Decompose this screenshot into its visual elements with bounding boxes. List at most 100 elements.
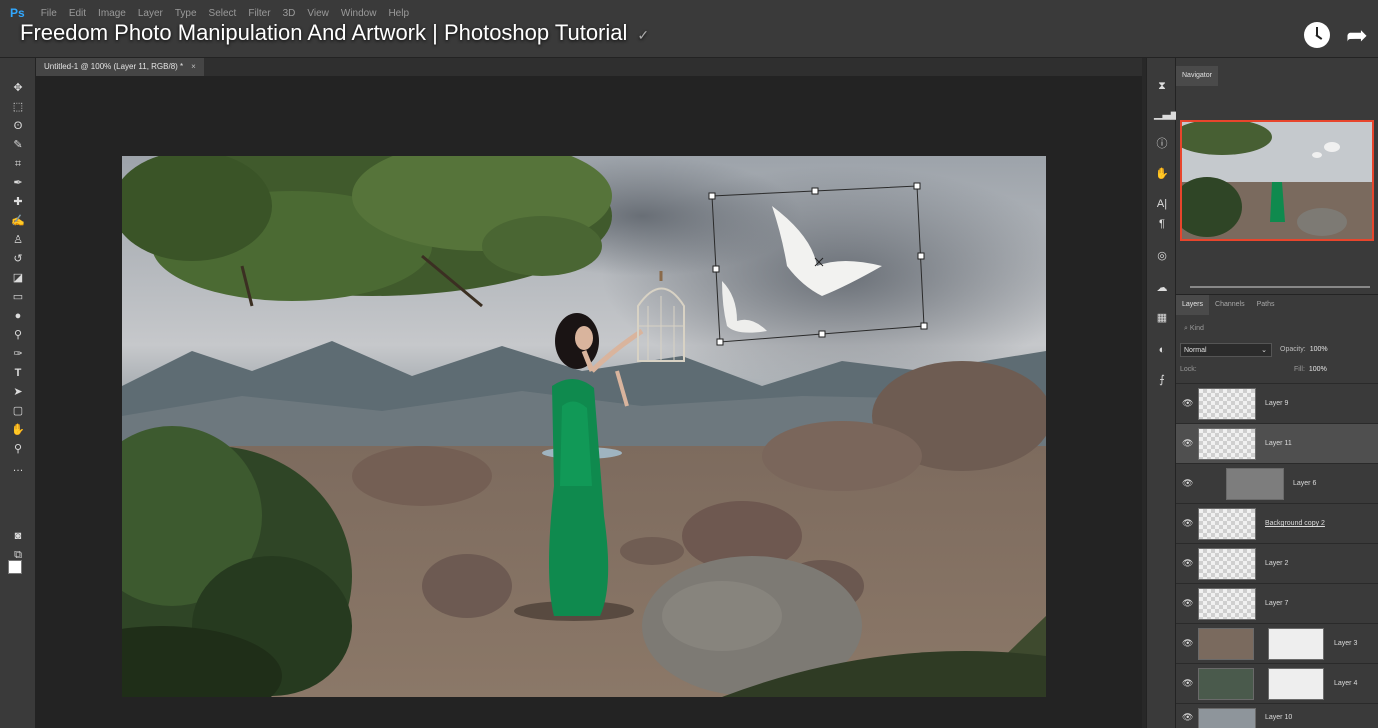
gradient-icon[interactable]: ▭ <box>10 289 26 305</box>
blend-mode-select[interactable]: Normal ⌄ <box>1180 343 1272 357</box>
menu-item-type[interactable]: Type <box>175 8 197 19</box>
visibility-eye-icon[interactable]: 👁 <box>1182 678 1193 688</box>
blur-icon[interactable]: ● <box>10 308 26 324</box>
document-canvas[interactable] <box>122 156 1046 697</box>
layer-name[interactable]: Layer 2 <box>1265 558 1288 570</box>
styles-icon[interactable]: ☁ <box>1154 280 1170 296</box>
crop-icon[interactable]: ⌗ <box>10 156 26 172</box>
close-icon[interactable]: × <box>191 58 196 76</box>
zoom-slider[interactable] <box>1190 286 1370 288</box>
histogram-icon[interactable]: ▁▃▅ <box>1154 106 1179 122</box>
visibility-eye-icon[interactable]: 👁 <box>1182 398 1193 408</box>
menu-item-help[interactable]: Help <box>388 8 409 19</box>
layer-row-layer-11[interactable]: 👁 Layer 11 <box>1176 423 1378 463</box>
layer-name[interactable]: Layer 3 <box>1334 638 1357 650</box>
history-brush-icon[interactable]: ↺ <box>10 251 26 267</box>
brush-preset-icon[interactable]: ✋ <box>1154 166 1170 182</box>
dodge-icon[interactable]: ⚲ <box>10 327 26 343</box>
paragraph-icon[interactable]: ¶ <box>1154 216 1170 232</box>
visibility-eye-icon[interactable]: 👁 <box>1182 518 1193 528</box>
layer-row-layer-7[interactable]: 👁 Layer 7 <box>1176 583 1378 623</box>
layer-name[interactable]: Layer 4 <box>1334 678 1357 690</box>
document-tab-label: Untitled-1 @ 100% (Layer 11, RGB/8) * <box>44 62 184 71</box>
visibility-eye-icon[interactable]: 👁 <box>1182 712 1193 722</box>
more-tools-icon[interactable]: … <box>10 460 26 476</box>
lasso-icon[interactable]: ʘ <box>10 118 26 134</box>
menu-item-image[interactable]: Image <box>98 8 126 19</box>
lock-label: Lock: <box>1180 366 1197 373</box>
layer-thumbnail <box>1198 508 1256 540</box>
visibility-eye-icon[interactable]: 👁 <box>1182 598 1193 608</box>
type-icon[interactable]: T <box>10 365 26 381</box>
tab-layers[interactable]: Layers <box>1176 295 1210 315</box>
marquee-icon[interactable]: ⬚ <box>10 99 26 115</box>
clock-icon[interactable] <box>1304 22 1330 48</box>
layer-row-layer-4[interactable]: 👁 Layer 4 <box>1176 663 1378 703</box>
menu-item-filter[interactable]: Filter <box>248 8 270 19</box>
screen-mode-icon[interactable]: ⧉ <box>10 547 26 563</box>
hand-icon[interactable]: ✋ <box>10 422 26 438</box>
tab-paths[interactable]: Paths <box>1251 295 1281 315</box>
share-icon[interactable]: ➦ <box>1346 22 1372 48</box>
menu-item-3d[interactable]: 3D <box>283 8 296 19</box>
character-icon[interactable]: A| <box>1154 196 1170 212</box>
tab-channels[interactable]: Channels <box>1209 295 1251 315</box>
layer-row-layer-10[interactable]: 👁 Layer 10 <box>1176 703 1378 728</box>
fill-label: Fill: <box>1294 366 1305 373</box>
quick-mask-icon[interactable]: ◙ <box>10 528 26 544</box>
move-icon[interactable]: ✥ <box>10 80 26 96</box>
healing-icon[interactable]: ✚ <box>10 194 26 210</box>
eyedropper-icon[interactable]: ✒ <box>10 175 26 191</box>
zoom-icon[interactable]: ⚲ <box>10 441 26 457</box>
rectangle-icon[interactable]: ▢ <box>10 403 26 419</box>
swatches-icon[interactable]: ◎ <box>1154 248 1170 264</box>
layer-name[interactable]: Layer 6 <box>1293 478 1316 490</box>
path-select-icon[interactable]: ➤ <box>10 384 26 400</box>
chevron-down-icon: ⌄ <box>1261 347 1267 354</box>
filter-kind-label: Kind <box>1189 325 1204 332</box>
layer-name[interactable]: Layer 10 <box>1265 712 1292 724</box>
visibility-eye-icon[interactable]: 👁 <box>1182 638 1193 648</box>
menu-item-window[interactable]: Window <box>341 8 377 19</box>
brush-icon[interactable]: ✍ <box>10 213 26 229</box>
layer-filter[interactable]: ⌕ Kind <box>1180 321 1374 337</box>
canvas-area[interactable] <box>36 76 1142 728</box>
layer-row-layer-6[interactable]: 👁 Layer 6 <box>1176 463 1378 503</box>
document-tab[interactable]: Untitled-1 @ 100% (Layer 11, RGB/8) * × <box>36 58 204 76</box>
lock-row: Lock: Fill: 100% <box>1180 363 1374 377</box>
layer-row-layer-3[interactable]: 👁 Layer 3 <box>1176 623 1378 663</box>
layer-row-background-copy-2[interactable]: 👁 Background copy 2 <box>1176 503 1378 543</box>
fill-input[interactable]: 100% <box>1309 363 1327 377</box>
layer-name[interactable]: Background copy 2 <box>1265 518 1325 530</box>
layer-name[interactable]: Layer 9 <box>1265 398 1288 410</box>
layer-name[interactable]: Layer 7 <box>1265 598 1288 610</box>
actions-icon[interactable]: ⨍ <box>1154 372 1170 388</box>
properties-icon[interactable]: ▦ <box>1154 310 1170 326</box>
pen-icon[interactable]: ✑ <box>10 346 26 362</box>
adjustments-icon[interactable]: ◐ <box>1154 342 1170 358</box>
visibility-eye-icon[interactable]: 👁 <box>1182 478 1193 488</box>
navigator-thumbnail[interactable] <box>1180 120 1374 241</box>
visibility-eye-icon[interactable]: 👁 <box>1182 558 1193 568</box>
history-icon[interactable]: ⧗ <box>1154 78 1170 94</box>
menu-item-layer[interactable]: Layer <box>138 8 163 19</box>
layer-row-layer-2[interactable]: 👁 Layer 2 <box>1176 543 1378 583</box>
layers-tabs: Layers Channels Paths <box>1176 295 1378 315</box>
layer-name[interactable]: Layer 11 <box>1265 438 1292 450</box>
menu-item-view[interactable]: View <box>307 8 329 19</box>
info-icon[interactable]: ⓘ <box>1154 136 1170 152</box>
eraser-icon[interactable]: ◪ <box>10 270 26 286</box>
menu-item-file[interactable]: File <box>41 8 57 19</box>
stamp-icon[interactable]: ♙ <box>10 232 26 248</box>
layer-row-layer-9[interactable]: 👁 Layer 9 <box>1176 383 1378 423</box>
visibility-eye-icon[interactable]: 👁 <box>1182 438 1193 448</box>
layer-thumbnail <box>1198 628 1254 660</box>
blend-row: Normal ⌄ Opacity: 100% <box>1180 343 1374 357</box>
opacity-input[interactable]: 100% <box>1310 343 1328 357</box>
quick-select-icon[interactable]: ✎ <box>10 137 26 153</box>
tab-navigator[interactable]: Navigator <box>1176 66 1218 86</box>
menu-item-edit[interactable]: Edit <box>69 8 86 19</box>
menu-item-select[interactable]: Select <box>209 8 237 19</box>
opacity-label: Opacity: <box>1280 346 1306 353</box>
panel-icons-column: ⧗ ▁▃▅ ⓘ ✋ A| ¶ ◎ ☁ ▦ ◐ ⨍ <box>1146 58 1179 728</box>
